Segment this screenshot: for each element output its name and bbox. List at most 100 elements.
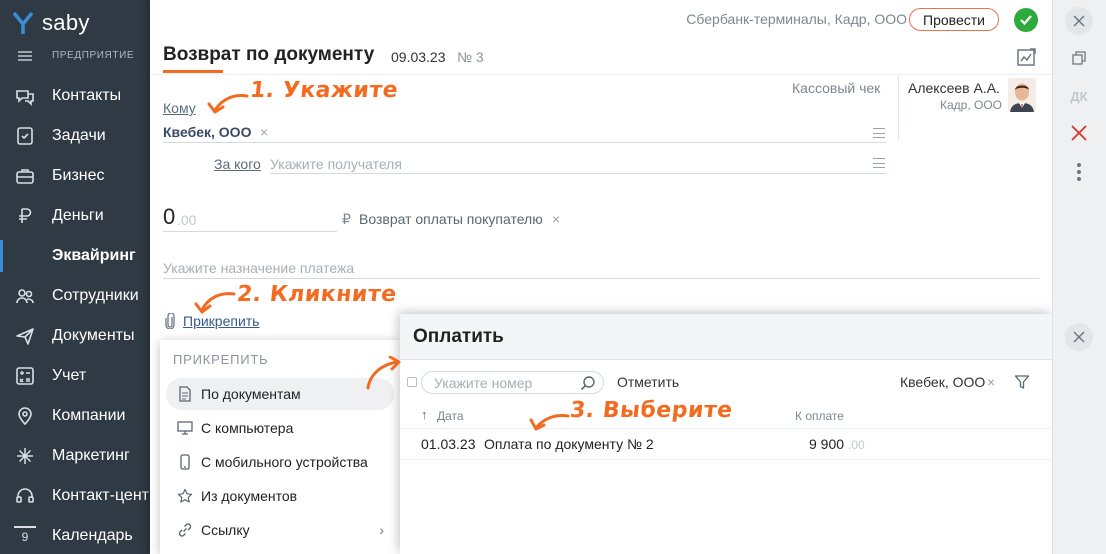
list-select-icon[interactable]	[873, 128, 885, 138]
mark-button[interactable]: Отметить	[617, 374, 679, 390]
menu-item-label: Ссылку	[201, 522, 250, 538]
sidebar-item-marketing[interactable]: Маркетинг	[0, 436, 150, 476]
header-divider	[150, 74, 1052, 75]
row-amount-fraction: .00	[848, 438, 865, 452]
sidebar-item-label: Маркетинг	[52, 447, 130, 464]
sidebar-item-documents[interactable]: Документы	[0, 316, 150, 356]
column-header-date[interactable]: Дата	[437, 409, 464, 423]
row-description: Оплата по документу № 2	[484, 436, 654, 452]
annotation-arrow-3b-icon	[529, 414, 570, 431]
copy-document-button[interactable]	[1065, 44, 1093, 72]
clear-recipient-icon[interactable]: ×	[260, 124, 268, 140]
annotation-step-2: 2. Кликните	[235, 282, 398, 307]
filter-funnel-icon[interactable]	[1014, 374, 1030, 390]
sidebar-item-contacts[interactable]: Контакты	[0, 76, 150, 116]
paper-plane-icon	[14, 325, 36, 347]
menu-item-label: По документам	[201, 386, 301, 402]
sidebar-item-acquiring[interactable]: Эквайринг	[0, 236, 150, 276]
responsible-name[interactable]: Алексеев А.А.	[908, 80, 1000, 96]
menu-item-from-mobile[interactable]: С мобильного устройства	[166, 446, 394, 478]
sort-arrow-up-icon[interactable]: ↑	[421, 407, 428, 422]
clear-payment-type-icon[interactable]: ×	[552, 211, 560, 227]
annotation-arrow-2-icon	[194, 292, 236, 314]
recipient-value[interactable]: Квебек, ООО	[163, 124, 251, 140]
right-toolbar: ДК	[1052, 0, 1106, 554]
close-document-button[interactable]	[1065, 7, 1093, 35]
sidebar-item-calendar[interactable]: 9 Календарь	[0, 516, 150, 554]
brand-name: saby	[42, 10, 90, 35]
people-icon	[14, 285, 36, 307]
dk-button[interactable]: ДК	[1065, 82, 1093, 110]
dk-label: ДК	[1070, 88, 1088, 104]
chevron-right-icon: ›	[379, 522, 384, 538]
receipt-type-label[interactable]: Кассовый чек	[792, 80, 880, 96]
annotation-arrow-1-icon	[207, 94, 249, 114]
amount-field-underline	[163, 231, 337, 232]
document-icon	[177, 386, 193, 402]
responsible-org: Кадр, ООО	[940, 98, 1003, 112]
checkmark-icon	[1020, 15, 1032, 26]
search-input[interactable]: Укажите номер	[421, 371, 604, 394]
link-icon	[177, 522, 193, 538]
select-all-checkbox[interactable]	[407, 377, 417, 387]
list-select-icon[interactable]	[873, 158, 885, 168]
sidebar-item-money[interactable]: Деньги	[0, 196, 150, 236]
signature-edit-icon[interactable]	[1016, 46, 1038, 68]
more-menu-button[interactable]	[1065, 158, 1093, 186]
close-popup-button[interactable]	[1065, 323, 1093, 351]
section-switcher[interactable]: ПРЕДПРИЯТИЕ	[18, 50, 134, 61]
save-check-button[interactable]	[1014, 8, 1038, 32]
close-icon	[1073, 331, 1085, 343]
sidebar-item-business[interactable]: Бизнес	[0, 156, 150, 196]
avatar[interactable]	[1008, 78, 1036, 112]
payment-type-value[interactable]: Возврат оплаты покупателю	[359, 211, 543, 227]
header-row-divider	[400, 428, 1052, 429]
payment-purpose-input[interactable]: Укажите назначение платежа	[163, 260, 354, 276]
section-label: ПРЕДПРИЯТИЕ	[52, 50, 135, 61]
purpose-field-underline	[163, 278, 1039, 279]
active-indicator	[0, 240, 3, 272]
pay-popup-title: Оплатить	[413, 326, 504, 347]
amount-input[interactable]: 0	[163, 204, 175, 230]
sidebar-item-companies[interactable]: Компании	[0, 396, 150, 436]
search-placeholder: Укажите номер	[434, 375, 533, 391]
saby-logo[interactable]: saby	[12, 10, 90, 36]
attach-menu-title: ПРИКРЕПИТЬ	[173, 352, 269, 367]
for-whom-input[interactable]: Укажите получателя	[270, 156, 402, 172]
filter-org-chip[interactable]: Квебек, ООО	[900, 374, 985, 390]
sidebar-item-label: Календарь	[52, 527, 133, 544]
document-number[interactable]: № 3	[457, 49, 484, 65]
to-field-label[interactable]: Кому	[163, 100, 196, 116]
menu-icon[interactable]	[18, 50, 32, 61]
pay-popup: Оплатить Укажите номер Отметить Квебек, …	[400, 314, 1052, 554]
sidebar-item-label: Деньги	[52, 207, 104, 224]
location-pin-icon	[14, 405, 36, 427]
column-header-amount[interactable]: К оплате	[795, 409, 844, 423]
organization-name[interactable]: Сбербанк-терминалы, Кадр, ООО	[686, 11, 907, 27]
paperclip-icon[interactable]	[164, 312, 176, 330]
calculator-icon	[14, 365, 36, 387]
sidebar-item-employees[interactable]: Сотрудники	[0, 276, 150, 316]
sidebar: saby ПРЕДПРИЯТИЕ Контакты Задачи Бизнес …	[0, 0, 158, 554]
sidebar-item-accounting[interactable]: Учет	[0, 356, 150, 396]
delete-document-button[interactable]	[1065, 119, 1093, 147]
pay-popup-header: Оплатить	[400, 314, 1052, 360]
menu-item-by-documents[interactable]: По документам	[166, 378, 394, 410]
sparkle-icon	[14, 445, 36, 467]
menu-item-link[interactable]: Ссылку ›	[166, 514, 394, 546]
sidebar-item-contact-center[interactable]: Контакт-центр	[0, 476, 158, 516]
menu-item-from-documents[interactable]: Из документов	[166, 480, 394, 512]
clear-filter-icon[interactable]: ×	[987, 374, 995, 390]
document-date[interactable]: 09.03.23	[391, 49, 446, 65]
task-checklist-icon	[14, 125, 36, 147]
sidebar-item-tasks[interactable]: Задачи	[0, 116, 150, 156]
currency-sign: ₽	[342, 211, 351, 227]
sidebar-item-label: Бизнес	[52, 167, 105, 184]
for-whom-label[interactable]: За кого	[214, 156, 261, 172]
menu-item-from-computer[interactable]: С компьютера	[166, 412, 394, 444]
annotation-step-1: 1. Укажите	[248, 78, 400, 103]
sidebar-item-label: Компании	[52, 407, 126, 424]
post-button[interactable]: Провести	[909, 8, 999, 31]
search-icon[interactable]	[580, 375, 596, 391]
sidebar-item-label: Контакт-центр	[52, 487, 158, 504]
